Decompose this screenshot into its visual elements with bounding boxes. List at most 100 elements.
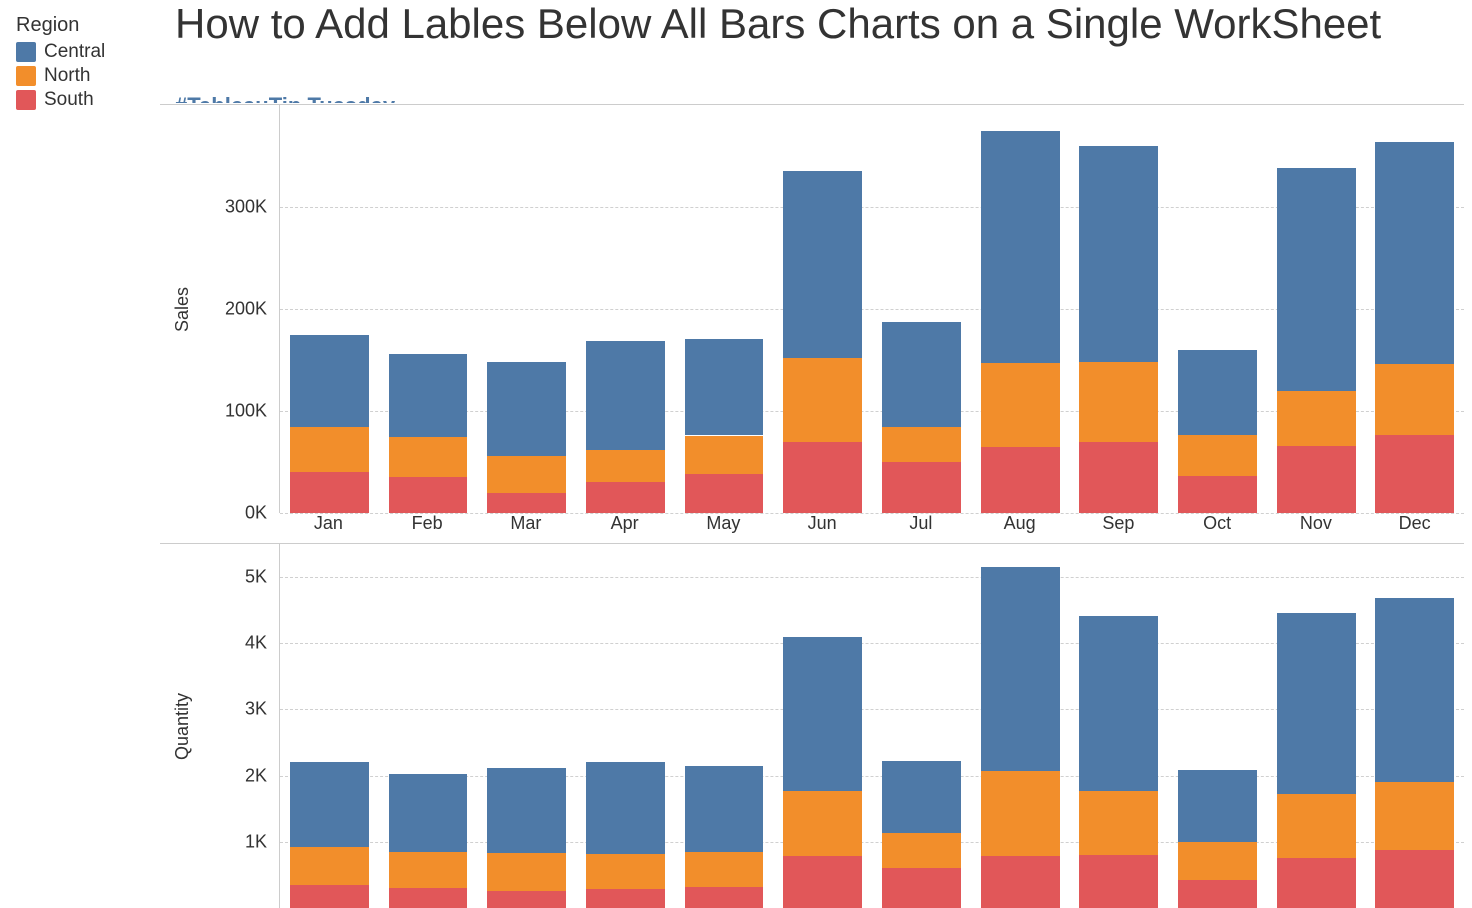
bar-group-dec[interactable] <box>1365 544 1464 908</box>
bar-segment-north[interactable] <box>389 437 468 478</box>
bar-segment-central[interactable] <box>1079 616 1158 791</box>
bar-segment-central[interactable] <box>882 322 961 427</box>
bar-segment-north[interactable] <box>882 833 961 869</box>
bar-segment-south[interactable] <box>389 888 468 908</box>
bar-segment-south[interactable] <box>1178 476 1257 513</box>
bar-segment-central[interactable] <box>290 335 369 428</box>
bar-segment-central[interactable] <box>685 339 764 436</box>
bar-segment-south[interactable] <box>389 477 468 513</box>
bar-group-apr[interactable] <box>576 105 675 513</box>
plot-quantity[interactable] <box>279 544 1464 908</box>
bar-segment-central[interactable] <box>487 768 566 853</box>
bar-segment-central[interactable] <box>783 171 862 358</box>
bar-segment-south[interactable] <box>1079 855 1158 908</box>
bar-segment-south[interactable] <box>1277 446 1356 513</box>
bar-segment-south[interactable] <box>783 442 862 513</box>
bar-segment-south[interactable] <box>1079 442 1158 513</box>
bar-segment-north[interactable] <box>586 450 665 483</box>
bar-group-jul[interactable] <box>872 544 971 908</box>
bar-group-oct[interactable] <box>1168 544 1267 908</box>
bar-segment-north[interactable] <box>685 436 764 475</box>
bar-segment-north[interactable] <box>487 456 566 493</box>
bar-segment-central[interactable] <box>783 637 862 791</box>
bar-group-nov[interactable] <box>1267 544 1366 908</box>
bar-group-mar[interactable] <box>477 544 576 908</box>
bar-group-nov[interactable] <box>1267 105 1366 513</box>
bar-segment-north[interactable] <box>981 363 1060 447</box>
bar-segment-central[interactable] <box>389 354 468 437</box>
bar-group-feb[interactable] <box>379 105 478 513</box>
bar-group-jan[interactable] <box>280 544 379 908</box>
bar-group-sep[interactable] <box>1069 105 1168 513</box>
bar-segment-north[interactable] <box>389 852 468 888</box>
bar-segment-south[interactable] <box>1375 435 1454 513</box>
bar-segment-central[interactable] <box>1375 142 1454 364</box>
bar-segment-south[interactable] <box>487 891 566 908</box>
bar-segment-central[interactable] <box>389 774 468 852</box>
bar-segment-south[interactable] <box>882 462 961 513</box>
legend-item-south[interactable]: South <box>16 89 160 111</box>
bar-segment-north[interactable] <box>1178 435 1257 476</box>
bar-segment-north[interactable] <box>783 358 862 442</box>
bar-segment-north[interactable] <box>1079 791 1158 855</box>
bar-segment-north[interactable] <box>1375 782 1454 850</box>
bar-group-sep[interactable] <box>1069 544 1168 908</box>
bar-segment-south[interactable] <box>487 493 566 513</box>
bar-segment-north[interactable] <box>1277 391 1356 446</box>
bar-segment-north[interactable] <box>1079 362 1158 442</box>
bar-group-mar[interactable] <box>477 105 576 513</box>
bar-segment-central[interactable] <box>981 567 1060 771</box>
bar-segment-central[interactable] <box>882 761 961 832</box>
bar-group-jul[interactable] <box>872 105 971 513</box>
bar-segment-south[interactable] <box>586 889 665 908</box>
bar-group-apr[interactable] <box>576 544 675 908</box>
bar-segment-south[interactable] <box>290 885 369 908</box>
bar-segment-central[interactable] <box>1375 598 1454 783</box>
bar-segment-south[interactable] <box>1178 880 1257 908</box>
bar-segment-south[interactable] <box>685 474 764 513</box>
bar-segment-south[interactable] <box>1375 850 1454 908</box>
bar-segment-north[interactable] <box>1375 364 1454 435</box>
bar-segment-north[interactable] <box>1178 842 1257 880</box>
bar-segment-north[interactable] <box>981 771 1060 856</box>
bar-segment-south[interactable] <box>981 447 1060 513</box>
bar-segment-north[interactable] <box>290 427 369 472</box>
bar-segment-north[interactable] <box>487 853 566 891</box>
bar-segment-south[interactable] <box>1277 858 1356 908</box>
bar-segment-central[interactable] <box>487 362 566 456</box>
bar-segment-central[interactable] <box>1277 613 1356 794</box>
bar-segment-central[interactable] <box>290 762 369 847</box>
plot-sales[interactable] <box>279 105 1464 513</box>
bar-group-aug[interactable] <box>971 544 1070 908</box>
bar-segment-south[interactable] <box>685 887 764 908</box>
bar-segment-north[interactable] <box>1277 794 1356 858</box>
bar-segment-central[interactable] <box>1079 146 1158 362</box>
legend-item-north[interactable]: North <box>16 65 160 87</box>
bar-group-jan[interactable] <box>280 105 379 513</box>
bar-segment-south[interactable] <box>586 482 665 513</box>
bar-segment-central[interactable] <box>1277 168 1356 390</box>
bar-segment-north[interactable] <box>586 854 665 889</box>
bar-group-jun[interactable] <box>773 105 872 513</box>
bar-segment-north[interactable] <box>783 791 862 857</box>
bar-segment-central[interactable] <box>586 341 665 450</box>
bar-group-oct[interactable] <box>1168 105 1267 513</box>
bar-group-may[interactable] <box>675 105 774 513</box>
bar-segment-south[interactable] <box>783 856 862 908</box>
bar-segment-south[interactable] <box>290 472 369 513</box>
bar-group-may[interactable] <box>675 544 774 908</box>
bar-segment-central[interactable] <box>685 766 764 853</box>
bar-segment-central[interactable] <box>1178 770 1257 842</box>
bar-segment-south[interactable] <box>981 856 1060 908</box>
bar-segment-central[interactable] <box>586 762 665 854</box>
bar-group-aug[interactable] <box>971 105 1070 513</box>
bar-segment-south[interactable] <box>882 868 961 908</box>
bar-group-dec[interactable] <box>1365 105 1464 513</box>
bar-segment-north[interactable] <box>685 852 764 886</box>
legend-item-central[interactable]: Central <box>16 41 160 63</box>
bar-group-feb[interactable] <box>379 544 478 908</box>
bar-segment-north[interactable] <box>290 847 369 885</box>
bar-segment-north[interactable] <box>882 427 961 462</box>
bar-group-jun[interactable] <box>773 544 872 908</box>
bar-segment-central[interactable] <box>981 131 1060 364</box>
